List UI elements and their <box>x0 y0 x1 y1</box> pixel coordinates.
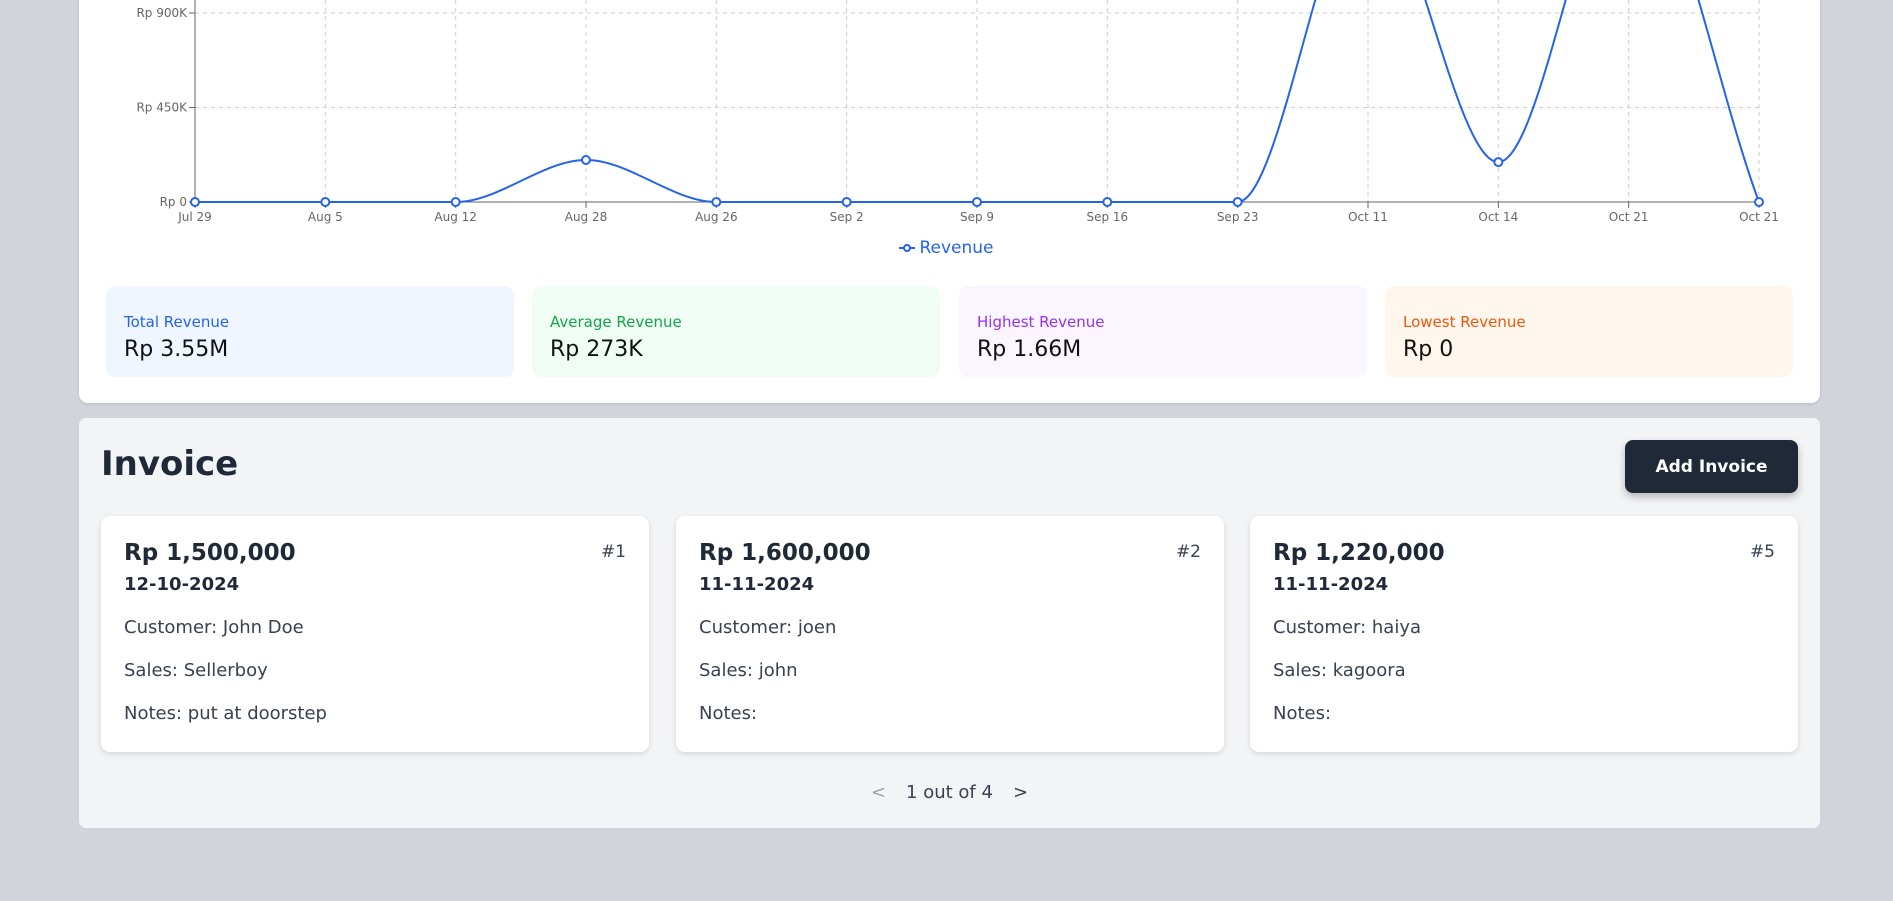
invoice-amount: Rp 1,600,000 <box>699 540 871 566</box>
stat-total-revenue: Total Revenue Rp 3.55M <box>106 286 514 377</box>
revenue-line-chart: Rp 0 Rp 450K Rp 900K Jul 29 Aug 5 Aug 12 Aug 2… <box>136 0 1779 224</box>
stat-value: Rp 0 <box>1403 337 1454 362</box>
stat-value: Rp 273K <box>550 337 643 362</box>
data-point <box>1102 197 1113 207</box>
invoice-sales: Sales: Sellerboy <box>124 660 268 681</box>
invoice-section: Invoice Add Invoice Rp 1,500,000 #1 12-1… <box>79 418 1820 828</box>
stat-label: Highest Revenue <box>977 313 1105 331</box>
data-point <box>1232 197 1243 207</box>
invoice-amount: Rp 1,220,000 <box>1273 540 1445 566</box>
stat-value: Rp 1.66M <box>977 337 1082 362</box>
x-tick-label: Oct 21 <box>1739 210 1779 224</box>
x-tick-label: Jul 29 <box>177 210 212 224</box>
legend-line-icon <box>899 244 916 252</box>
x-tick-label: Sep 9 <box>960 210 994 224</box>
data-point <box>1754 197 1764 207</box>
invoice-date: 11-11-2024 <box>699 574 815 595</box>
x-tick-label: Sep 23 <box>1217 210 1259 224</box>
x-tick-label: Sep 2 <box>830 210 864 224</box>
stat-label: Average Revenue <box>550 313 682 331</box>
invoice-title: Invoice <box>101 444 239 484</box>
invoice-card[interactable]: Rp 1,220,000 #5 11-11-2024 Customer: hai… <box>1250 516 1798 752</box>
y-tick-label: Rp 0 <box>160 195 187 209</box>
data-point <box>581 155 591 165</box>
invoice-customer: Customer: haiya <box>1273 617 1422 638</box>
invoice-sales: Sales: kagoora <box>1273 660 1406 681</box>
x-tick-label: Aug 26 <box>695 210 738 224</box>
next-page-button[interactable]: > <box>1013 782 1028 803</box>
invoice-card[interactable]: Rp 1,600,000 #2 11-11-2024 Customer: joe… <box>676 516 1224 752</box>
invoice-id: #5 <box>1749 542 1775 562</box>
stat-label: Total Revenue <box>124 313 230 331</box>
invoice-notes: Notes: put at doorstep <box>124 703 327 724</box>
invoice-notes: Notes: <box>699 703 758 724</box>
stat-average-revenue: Average Revenue Rp 273K <box>532 286 940 377</box>
chart-legend[interactable]: Revenue <box>0 238 1893 258</box>
data-point <box>190 197 200 207</box>
x-tick-label: Oct 11 <box>1348 210 1388 224</box>
x-tick-label: Aug 5 <box>308 210 343 224</box>
stat-highest-revenue: Highest Revenue Rp 1.66M <box>959 286 1367 377</box>
pagination: <1 out of 4 > <box>79 782 1820 803</box>
data-point <box>711 197 722 207</box>
x-tick-label: Aug 28 <box>565 210 608 224</box>
data-point <box>1493 157 1504 168</box>
invoice-id: #1 <box>600 542 626 562</box>
y-tick-label: Rp 450K <box>136 101 188 115</box>
invoice-date: 12-10-2024 <box>124 574 240 595</box>
invoice-amount: Rp 1,500,000 <box>124 540 296 566</box>
stat-value: Rp 3.55M <box>124 337 229 362</box>
x-tick-label: Oct 14 <box>1478 210 1518 224</box>
invoice-date: 11-11-2024 <box>1273 574 1389 595</box>
data-point <box>972 197 982 207</box>
data-point <box>320 197 331 207</box>
invoice-customer: Customer: joen <box>699 617 837 638</box>
add-invoice-button[interactable]: Add Invoice <box>1625 440 1798 493</box>
data-point <box>450 197 461 207</box>
y-tick-label: Rp 900K <box>136 6 188 20</box>
invoice-card[interactable]: Rp 1,500,000 #1 12-10-2024 Customer: Joh… <box>101 516 649 752</box>
data-point <box>841 197 852 207</box>
legend-label: Revenue <box>919 238 994 258</box>
invoice-sales: Sales: john <box>699 660 798 681</box>
x-tick-label: Sep 16 <box>1086 210 1128 224</box>
invoice-notes: Notes: <box>1273 703 1332 724</box>
stat-lowest-revenue: Lowest Revenue Rp 0 <box>1385 286 1793 377</box>
invoice-id: #2 <box>1175 542 1201 562</box>
x-tick-label: Oct 21 <box>1609 210 1649 224</box>
prev-page-button[interactable]: < <box>871 782 886 803</box>
stat-label: Lowest Revenue <box>1403 313 1526 331</box>
invoice-customer: Customer: John Doe <box>124 617 304 638</box>
x-tick-label: Aug 12 <box>434 210 477 224</box>
page-indicator: 1 out of 4 <box>906 782 993 803</box>
